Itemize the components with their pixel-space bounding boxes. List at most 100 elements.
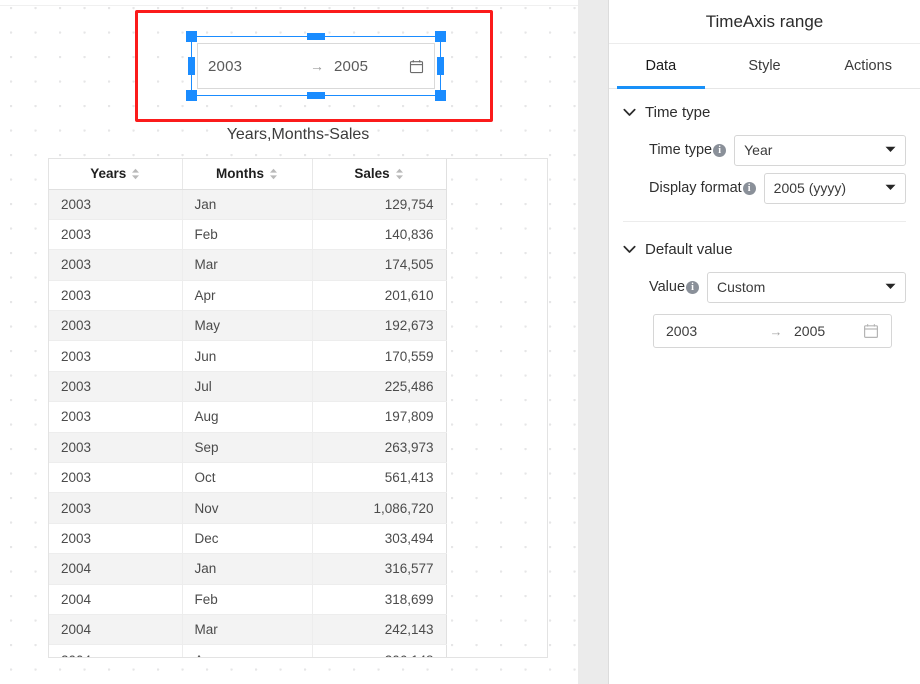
column-header-months[interactable]: Months — [182, 159, 313, 190]
field-display-format: Display format i 2005 (yyyy) — [623, 171, 906, 205]
default-range-to[interactable]: 2005 — [794, 323, 825, 339]
cell-years: 2004 — [49, 553, 183, 585]
resize-handle-bottom-center[interactable] — [307, 92, 325, 99]
cell-months: Jun — [182, 340, 313, 372]
properties-panel: TimeAxis range Data Style Actions Time t… — [608, 0, 920, 684]
cell-sales: 561,413 — [312, 462, 447, 494]
calendar-icon[interactable] — [409, 59, 424, 74]
design-canvas[interactable]: 2003 → 2005 Years,Months-Sales Years Mon… — [0, 0, 578, 684]
section-default-value-title: Default value — [645, 240, 733, 258]
cell-sales: 242,143 — [312, 614, 447, 646]
cell-months: May — [182, 310, 313, 342]
chevron-down-icon[interactable] — [623, 244, 636, 256]
table-row[interactable]: 2003 Nov 1,086,720 — [49, 492, 447, 524]
cell-sales: 263,973 — [312, 432, 447, 464]
select-time-type-value: Year — [744, 142, 773, 158]
tab-style[interactable]: Style — [713, 44, 817, 88]
resize-handle-bottom-left[interactable] — [186, 90, 197, 101]
table-row[interactable]: 2003 Jul 225,486 — [49, 371, 447, 403]
table-row[interactable]: 2003 Jan 129,754 — [49, 189, 447, 220]
canvas-top-strip — [0, 0, 578, 6]
table-row[interactable]: 2004 Feb 318,699 — [49, 584, 447, 615]
cell-sales: 197,809 — [312, 401, 447, 433]
table-row[interactable]: 2003 Jun 170,559 — [49, 340, 447, 372]
tab-data-label: Data — [645, 58, 677, 74]
tab-actions[interactable]: Actions — [816, 44, 920, 88]
resize-handle-top-center[interactable] — [307, 33, 325, 40]
cell-years: 2003 — [49, 310, 183, 342]
table-row[interactable]: 2003 Mar 174,505 — [49, 249, 447, 281]
table-row[interactable]: 2003 Dec 303,494 — [49, 523, 447, 555]
table-row[interactable]: 2003 Feb 140,836 — [49, 219, 447, 251]
resize-handle-bottom-right[interactable] — [435, 90, 446, 101]
chevron-down-icon[interactable] — [623, 107, 636, 119]
sort-icon[interactable] — [131, 168, 140, 180]
section-time-type-header[interactable]: Time type — [623, 89, 906, 129]
sort-icon[interactable] — [269, 168, 278, 180]
tab-data[interactable]: Data — [609, 44, 713, 89]
cell-years: 2004 — [49, 584, 183, 615]
field-display-format-label: Display format i — [649, 180, 756, 196]
column-header-years[interactable]: Years — [49, 159, 183, 190]
default-date-range-input[interactable]: 2003 → 2005 — [653, 314, 892, 348]
cell-months: Apr — [182, 280, 313, 312]
calendar-icon[interactable] — [863, 323, 879, 339]
cell-months: Jan — [182, 189, 313, 220]
select-default-value[interactable]: Custom — [707, 271, 906, 303]
cell-sales: 206,148 — [312, 644, 447, 657]
range-to-value[interactable]: 2005 — [334, 58, 368, 75]
info-icon[interactable]: i — [742, 181, 756, 195]
panel-title: TimeAxis range — [609, 0, 920, 44]
section-default-value: Default value Value i Custom 2003 → 2005 — [609, 226, 920, 348]
table-widget[interactable]: Years Months Sales 2003 Jan 129,754 2003… — [48, 158, 548, 658]
panel-tabs: Data Style Actions — [609, 44, 920, 89]
chevron-down-icon[interactable] — [885, 145, 896, 156]
field-value-label: Value i — [649, 279, 700, 295]
timeaxis-range-widget[interactable]: 2003 → 2005 — [186, 31, 446, 101]
cell-months: Mar — [182, 249, 313, 281]
app-root: 2003 → 2005 Years,Months-Sales Years Mon… — [0, 0, 920, 684]
table-row[interactable]: 2003 Aug 197,809 — [49, 401, 447, 433]
default-range-from[interactable]: 2003 — [666, 323, 758, 339]
table-row[interactable]: 2003 Sep 263,973 — [49, 432, 447, 464]
cell-months: Nov — [182, 492, 313, 524]
table-row[interactable]: 2003 Apr 201,610 — [49, 280, 447, 312]
select-default-value-value: Custom — [717, 279, 766, 295]
column-header-years-label: Years — [90, 166, 127, 182]
select-time-type[interactable]: Year — [734, 134, 906, 166]
table-row[interactable]: 2003 May 192,673 — [49, 310, 447, 342]
select-display-format-value: 2005 (yyyy) — [773, 180, 847, 196]
info-icon[interactable]: i — [713, 143, 727, 157]
chevron-down-icon[interactable] — [885, 282, 896, 293]
cell-months: Feb — [182, 584, 313, 615]
section-default-value-header[interactable]: Default value — [623, 226, 906, 266]
sort-icon[interactable] — [395, 168, 404, 180]
section-time-type: Time type Time type i Year Display format… — [609, 89, 920, 205]
cell-sales: 1,086,720 — [312, 492, 447, 524]
resize-handle-top-left[interactable] — [186, 31, 197, 42]
info-icon[interactable]: i — [686, 280, 700, 294]
table-row[interactable]: 2004 Mar 242,143 — [49, 614, 447, 646]
table-row[interactable]: 2004 Jan 316,577 — [49, 553, 447, 585]
resize-handle-top-right[interactable] — [435, 31, 446, 42]
resize-handle-middle-right[interactable] — [437, 57, 444, 75]
cell-years: 2003 — [49, 219, 183, 251]
cell-months: Jan — [182, 553, 313, 585]
canvas-gutter — [578, 0, 608, 684]
table-row[interactable]: 2004Apr206,148 — [49, 644, 447, 657]
range-from-value[interactable]: 2003 — [208, 58, 300, 75]
select-display-format[interactable]: 2005 (yyyy) — [763, 172, 906, 204]
default-range-row: 2003 → 2005 — [623, 314, 906, 348]
cell-years: 2003 — [49, 432, 183, 464]
cell-sales: 140,836 — [312, 219, 447, 251]
table-row[interactable]: 2003 Oct 561,413 — [49, 462, 447, 494]
cell-years: 2003 — [49, 492, 183, 524]
chevron-down-icon[interactable] — [885, 183, 896, 194]
table-header: Years Months Sales — [49, 159, 447, 190]
column-header-sales[interactable]: Sales — [312, 159, 447, 190]
field-time-type: Time type i Year — [623, 133, 906, 167]
cell-years: 2003 — [49, 340, 183, 372]
tab-actions-label: Actions — [844, 58, 892, 74]
date-range-control[interactable]: 2003 → 2005 — [197, 43, 435, 89]
resize-handle-middle-left[interactable] — [188, 57, 195, 75]
